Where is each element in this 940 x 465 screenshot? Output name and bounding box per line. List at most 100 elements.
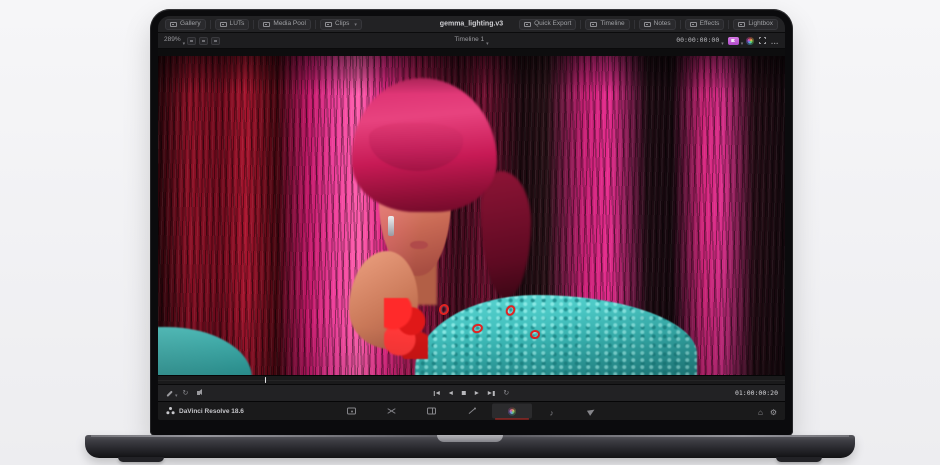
macbook-base xyxy=(85,435,855,458)
transport-controls xyxy=(429,387,513,399)
macbook-foot xyxy=(776,457,822,462)
color-page-button[interactable] xyxy=(492,404,532,419)
stop-button[interactable] xyxy=(457,387,470,399)
toolbar-right-group: Quick Export Timeline Notes xyxy=(518,19,779,30)
separator xyxy=(210,20,211,29)
notes-icon xyxy=(644,22,651,27)
page-switcher xyxy=(332,404,612,419)
notes-button[interactable]: Notes xyxy=(639,19,676,30)
gallery-button[interactable]: Gallery xyxy=(165,19,206,30)
step-back-button[interactable] xyxy=(444,387,457,399)
viewer-toolbar-right: 00:00:00:00 xyxy=(676,32,779,50)
quick-export-label: Quick Export xyxy=(534,21,571,28)
photo-red-nails xyxy=(384,298,428,359)
effects-label: Effects xyxy=(700,21,720,28)
lightbox-icon xyxy=(738,22,745,27)
separator xyxy=(580,20,581,29)
chevron-down-icon[interactable] xyxy=(739,32,744,50)
media-pool-label: Media Pool xyxy=(273,21,306,28)
viewer-timecode: 00:00:00:00 xyxy=(676,37,719,44)
timeline-label: Timeline xyxy=(600,21,624,28)
macbook-foot xyxy=(118,457,164,462)
color-page-icon xyxy=(508,407,516,415)
loop-playback-button[interactable] xyxy=(499,387,514,399)
playhead[interactable] xyxy=(265,377,267,383)
viewer-toolbar: 289% Timeline 1 00:00:00:00 xyxy=(158,33,785,49)
speaker-icon xyxy=(197,391,200,395)
photo-teal-fur-corner xyxy=(158,327,252,375)
edit-page-button[interactable] xyxy=(412,404,452,419)
timeline-button[interactable]: Timeline xyxy=(585,19,629,30)
flag-icon[interactable] xyxy=(728,37,739,45)
first-frame-button[interactable] xyxy=(429,387,444,399)
gallery-icon xyxy=(170,22,177,27)
edit-page-icon xyxy=(427,408,436,415)
audio-mute-button[interactable] xyxy=(193,391,204,395)
lid-notch xyxy=(437,435,503,442)
chevron-down-icon xyxy=(484,32,489,50)
chevron-down-icon[interactable] xyxy=(719,32,724,50)
deliver-page-button[interactable] xyxy=(572,404,612,419)
zoom-group: 289% xyxy=(164,32,221,50)
effects-button[interactable]: Effects xyxy=(685,19,725,30)
separator xyxy=(680,20,681,29)
luts-label: LUTs xyxy=(230,21,245,28)
status-bar-right xyxy=(758,402,777,420)
clips-button[interactable]: Clips xyxy=(320,19,362,30)
media-pool-button[interactable]: Media Pool xyxy=(258,19,311,30)
more-options-icon[interactable] xyxy=(771,32,779,50)
chevron-down-icon xyxy=(173,384,178,402)
play-button[interactable] xyxy=(471,387,484,399)
timeline-selector[interactable]: Timeline 1 xyxy=(454,32,488,50)
davinci-resolve-window: Gallery LUTs Media Pool Cl xyxy=(158,16,785,420)
photo-earring xyxy=(388,216,394,237)
lightbox-button[interactable]: Lightbox xyxy=(733,19,778,30)
media-page-icon xyxy=(347,408,356,415)
photo-lips xyxy=(410,241,428,249)
loop-toggle-button[interactable] xyxy=(183,390,189,397)
top-toolbar: Gallery LUTs Media Pool Cl xyxy=(158,16,785,33)
project-home-icon[interactable] xyxy=(758,402,763,420)
transport-bar: 01:00:00:20 xyxy=(158,384,785,401)
view-mode-button[interactable] xyxy=(187,37,196,45)
cut-page-button[interactable] xyxy=(372,404,412,419)
toolbar-left-group: Gallery LUTs Media Pool Cl xyxy=(164,19,363,30)
davinci-resolve-logo-icon xyxy=(166,407,175,416)
photo-hair-strand xyxy=(481,171,531,299)
timeline-scrubber[interactable] xyxy=(158,375,785,384)
fusion-page-icon xyxy=(467,407,476,415)
photo-red-chain xyxy=(434,289,572,372)
luts-button[interactable]: LUTs xyxy=(215,19,250,30)
deliver-page-icon xyxy=(587,407,596,416)
luts-icon xyxy=(220,22,227,27)
app-version-label: DaVinci Resolve 18.6 xyxy=(179,408,244,415)
last-frame-button[interactable] xyxy=(484,387,499,399)
notes-label: Notes xyxy=(654,21,671,28)
page-background: Gallery LUTs Media Pool Cl xyxy=(0,0,940,465)
gallery-label: Gallery xyxy=(180,21,201,28)
media-pool-icon xyxy=(263,22,270,27)
zoom-level[interactable]: 289% xyxy=(164,37,181,44)
separator xyxy=(253,20,254,29)
gear-icon[interactable] xyxy=(770,402,777,420)
effects-icon xyxy=(690,22,697,27)
grid-view-button[interactable] xyxy=(211,37,220,45)
pen-icon xyxy=(165,389,173,397)
app-brand: DaVinci Resolve 18.6 xyxy=(166,407,244,416)
annotation-tool-button[interactable] xyxy=(165,384,178,402)
timeline-selector-label: Timeline 1 xyxy=(454,37,484,44)
expand-icon[interactable] xyxy=(759,37,766,44)
media-page-button[interactable] xyxy=(332,404,372,419)
quick-export-button[interactable]: Quick Export xyxy=(519,19,576,30)
fairlight-page-button[interactable] xyxy=(532,404,572,419)
current-timecode: 01:00:00:20 xyxy=(735,390,778,397)
chevron-down-icon[interactable] xyxy=(181,32,186,50)
chevron-down-icon xyxy=(352,21,357,28)
macbook-screen: Gallery LUTs Media Pool Cl xyxy=(150,9,793,436)
project-title: gemma_lighting.v3 xyxy=(440,21,503,28)
viewer xyxy=(158,49,785,375)
color-wheel-icon[interactable] xyxy=(746,37,754,45)
split-view-button[interactable] xyxy=(199,37,208,45)
timeline-icon xyxy=(590,22,597,27)
fusion-page-button[interactable] xyxy=(452,404,492,419)
